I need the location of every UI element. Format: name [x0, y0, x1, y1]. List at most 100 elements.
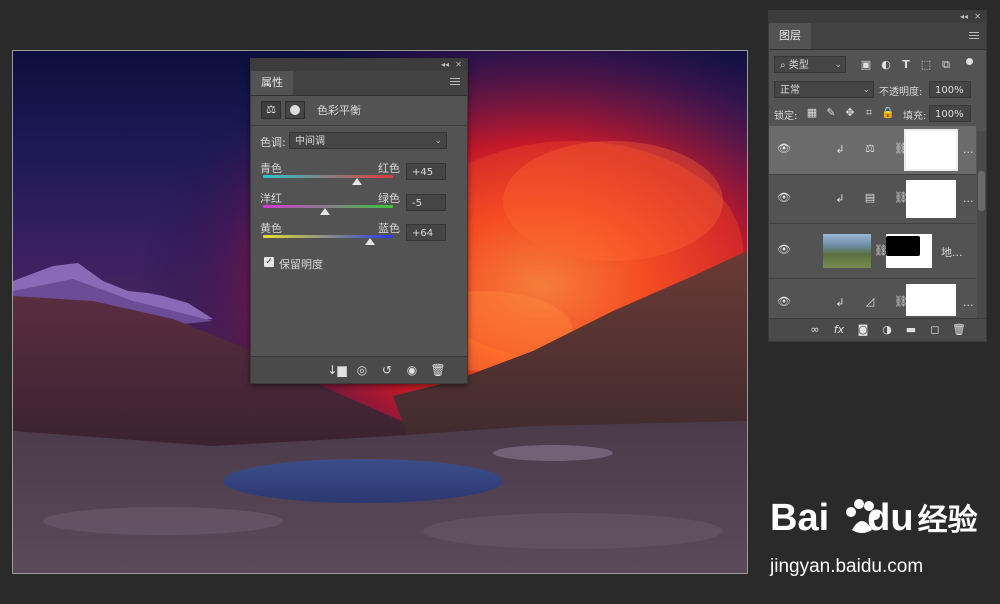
- magenta-green-value: -5: [412, 198, 422, 209]
- eye-icon[interactable]: 👁: [777, 244, 791, 256]
- lock-image-icon[interactable]: ✎: [824, 106, 838, 120]
- layer-row-image[interactable]: 👁 ⛓ 地...: [769, 224, 976, 279]
- lock-all-icon[interactable]: 🔒: [881, 106, 895, 120]
- layer-name: 地...: [941, 246, 963, 259]
- slider-blue-label: 蓝色: [378, 222, 400, 235]
- tab-layers[interactable]: 图层: [769, 23, 811, 49]
- filter-toggle-icon[interactable]: [966, 58, 973, 65]
- layer-mask-thumbnail[interactable]: [906, 180, 956, 218]
- lock-artboard-icon[interactable]: ⌗: [862, 106, 876, 120]
- collapse-icon[interactable]: ◂◂: [960, 12, 968, 21]
- layer-row-color-balance[interactable]: 👁 ↲ ⚖ ⛓ ...: [769, 126, 976, 175]
- panel-header: ◂◂ ✕: [251, 59, 467, 71]
- opacity-input[interactable]: 100%: [929, 81, 971, 98]
- clip-arrow-icon: ↲: [835, 296, 845, 309]
- trash-icon[interactable]: 🗑: [949, 320, 969, 340]
- cyan-red-value: +45: [412, 167, 434, 178]
- search-icon: ⌕: [780, 60, 789, 71]
- magenta-green-slider-thumb[interactable]: [319, 208, 330, 215]
- delete-icon[interactable]: 🗑: [428, 360, 448, 380]
- tab-properties[interactable]: 属性: [251, 71, 293, 95]
- baidu-url: jingyan.baidu.com: [770, 556, 924, 577]
- visibility-icon[interactable]: ◉: [402, 360, 422, 380]
- adjustment-title: 色彩平衡: [317, 104, 361, 117]
- layer-filter-select[interactable]: ⌕ 类型 ⌄: [774, 56, 846, 73]
- slider-magenta-label: 洋红: [260, 192, 282, 205]
- magenta-green-value-input[interactable]: -5: [406, 194, 446, 211]
- slider-red-label: 红色: [378, 162, 400, 175]
- chevron-down-icon: ⌄: [834, 60, 842, 70]
- adjustment-icon[interactable]: ◑: [877, 320, 897, 340]
- color-balance-icon: ⚖: [865, 142, 875, 155]
- scrollbar-thumb[interactable]: [978, 171, 985, 211]
- layers-tabbar: 图层: [769, 23, 986, 50]
- levels-icon: ▤: [864, 191, 876, 204]
- chevron-down-icon: ⌄: [434, 136, 442, 146]
- close-icon[interactable]: ✕: [455, 60, 462, 69]
- link-icon[interactable]: ∞: [805, 320, 825, 340]
- mask-icon[interactable]: ◙: [853, 320, 873, 340]
- eye-icon[interactable]: 👁: [777, 143, 791, 155]
- panel-menu-icon[interactable]: [450, 78, 460, 86]
- paw-icon: [846, 499, 880, 533]
- layer-mask-thumbnail[interactable]: [886, 234, 932, 268]
- layer-name: ...: [963, 192, 974, 205]
- fill-input[interactable]: 100%: [929, 105, 971, 122]
- filter-smartobject-icon[interactable]: ⧉: [939, 58, 953, 72]
- preserve-luminosity-checkbox[interactable]: ✓: [264, 257, 274, 267]
- blend-mode-select[interactable]: 正常 ⌄: [774, 81, 874, 98]
- layer-mask-thumbnail[interactable]: [906, 284, 956, 316]
- eye-icon[interactable]: 👁: [777, 192, 791, 204]
- layer-name: ...: [963, 143, 974, 156]
- opacity-value: 100%: [935, 85, 964, 96]
- reset-icon[interactable]: ↺: [377, 360, 397, 380]
- clip-arrow-icon: ↲: [835, 192, 845, 205]
- cyan-red-slider-thumb[interactable]: [352, 178, 363, 185]
- mask-shape: [886, 236, 920, 256]
- new-layer-icon[interactable]: ◻: [925, 320, 945, 340]
- cyan-red-value-input[interactable]: +45: [406, 163, 446, 180]
- opacity-label: 不透明度:: [879, 87, 923, 98]
- filter-pixel-icon[interactable]: ▣: [859, 58, 873, 72]
- balance-scale-icon[interactable]: ⚖: [261, 101, 281, 119]
- filter-shape-icon[interactable]: ⬚: [919, 58, 933, 72]
- collapse-icon[interactable]: ◂◂: [441, 60, 449, 69]
- curves-icon: ◿: [865, 295, 875, 308]
- close-icon[interactable]: ✕: [974, 12, 981, 21]
- yellow-blue-value: +64: [412, 228, 434, 239]
- layer-row-levels[interactable]: 👁 ↲ ▤ ⛓ ...: [769, 175, 976, 224]
- yellow-blue-value-input[interactable]: +64: [406, 224, 446, 241]
- mask-icon[interactable]: [285, 101, 305, 119]
- chevron-down-icon: ⌄: [862, 85, 870, 95]
- slider-yellow-label: 黄色: [260, 222, 282, 235]
- slider-cyan-label: 青色: [260, 162, 282, 175]
- layer-mask-thumbnail[interactable]: [904, 129, 958, 171]
- fill-value: 100%: [935, 109, 964, 120]
- baidu-brand-text: Bai: [770, 497, 830, 539]
- fill-label: 填充:: [903, 111, 927, 122]
- clip-to-layer-icon[interactable]: ↓▆: [327, 360, 347, 380]
- panel-menu-icon[interactable]: [969, 32, 979, 40]
- properties-footer: ↓▆ ◎ ↺ ◉ 🗑: [251, 356, 467, 383]
- cyan-red-slider[interactable]: [263, 175, 393, 178]
- filter-adjustment-icon[interactable]: ◐: [879, 58, 893, 72]
- tone-select[interactable]: 中间调 ⌄: [289, 132, 447, 149]
- lock-position-icon[interactable]: ✥: [843, 106, 857, 120]
- slider-green-label: 绿色: [378, 192, 400, 205]
- tone-value: 中间调: [295, 136, 325, 147]
- folder-icon[interactable]: ▬: [901, 320, 921, 340]
- layers-footer: ∞ fx ◙ ◑ ▬ ◻ 🗑: [769, 318, 986, 341]
- fx-icon[interactable]: fx: [829, 320, 849, 340]
- eye-icon[interactable]: 👁: [777, 296, 791, 308]
- layers-scrollbar[interactable]: [977, 131, 986, 331]
- filter-type-icon[interactable]: T: [899, 58, 913, 72]
- yellow-blue-slider-thumb[interactable]: [364, 238, 375, 245]
- lock-transparent-icon[interactable]: ▦: [805, 106, 819, 120]
- view-previous-icon[interactable]: ◎: [352, 360, 372, 380]
- properties-panel: ◂◂ ✕ 属性 ⚖ 色彩平衡 色调: 中间调 ⌄ 青色 红色 +45 洋红 绿色…: [250, 58, 468, 384]
- layers-panel: ◂◂ ✕ 图层 ⌕ 类型 ⌄ ▣ ◐ T ⬚ ⧉ 正常 ⌄ 不透明度: 100%…: [768, 10, 987, 342]
- image-layer-thumbnail[interactable]: [823, 234, 871, 268]
- properties-tabbar: 属性: [251, 71, 467, 96]
- preserve-luminosity-label: 保留明度: [279, 258, 323, 271]
- blend-mode-value: 正常: [780, 85, 800, 96]
